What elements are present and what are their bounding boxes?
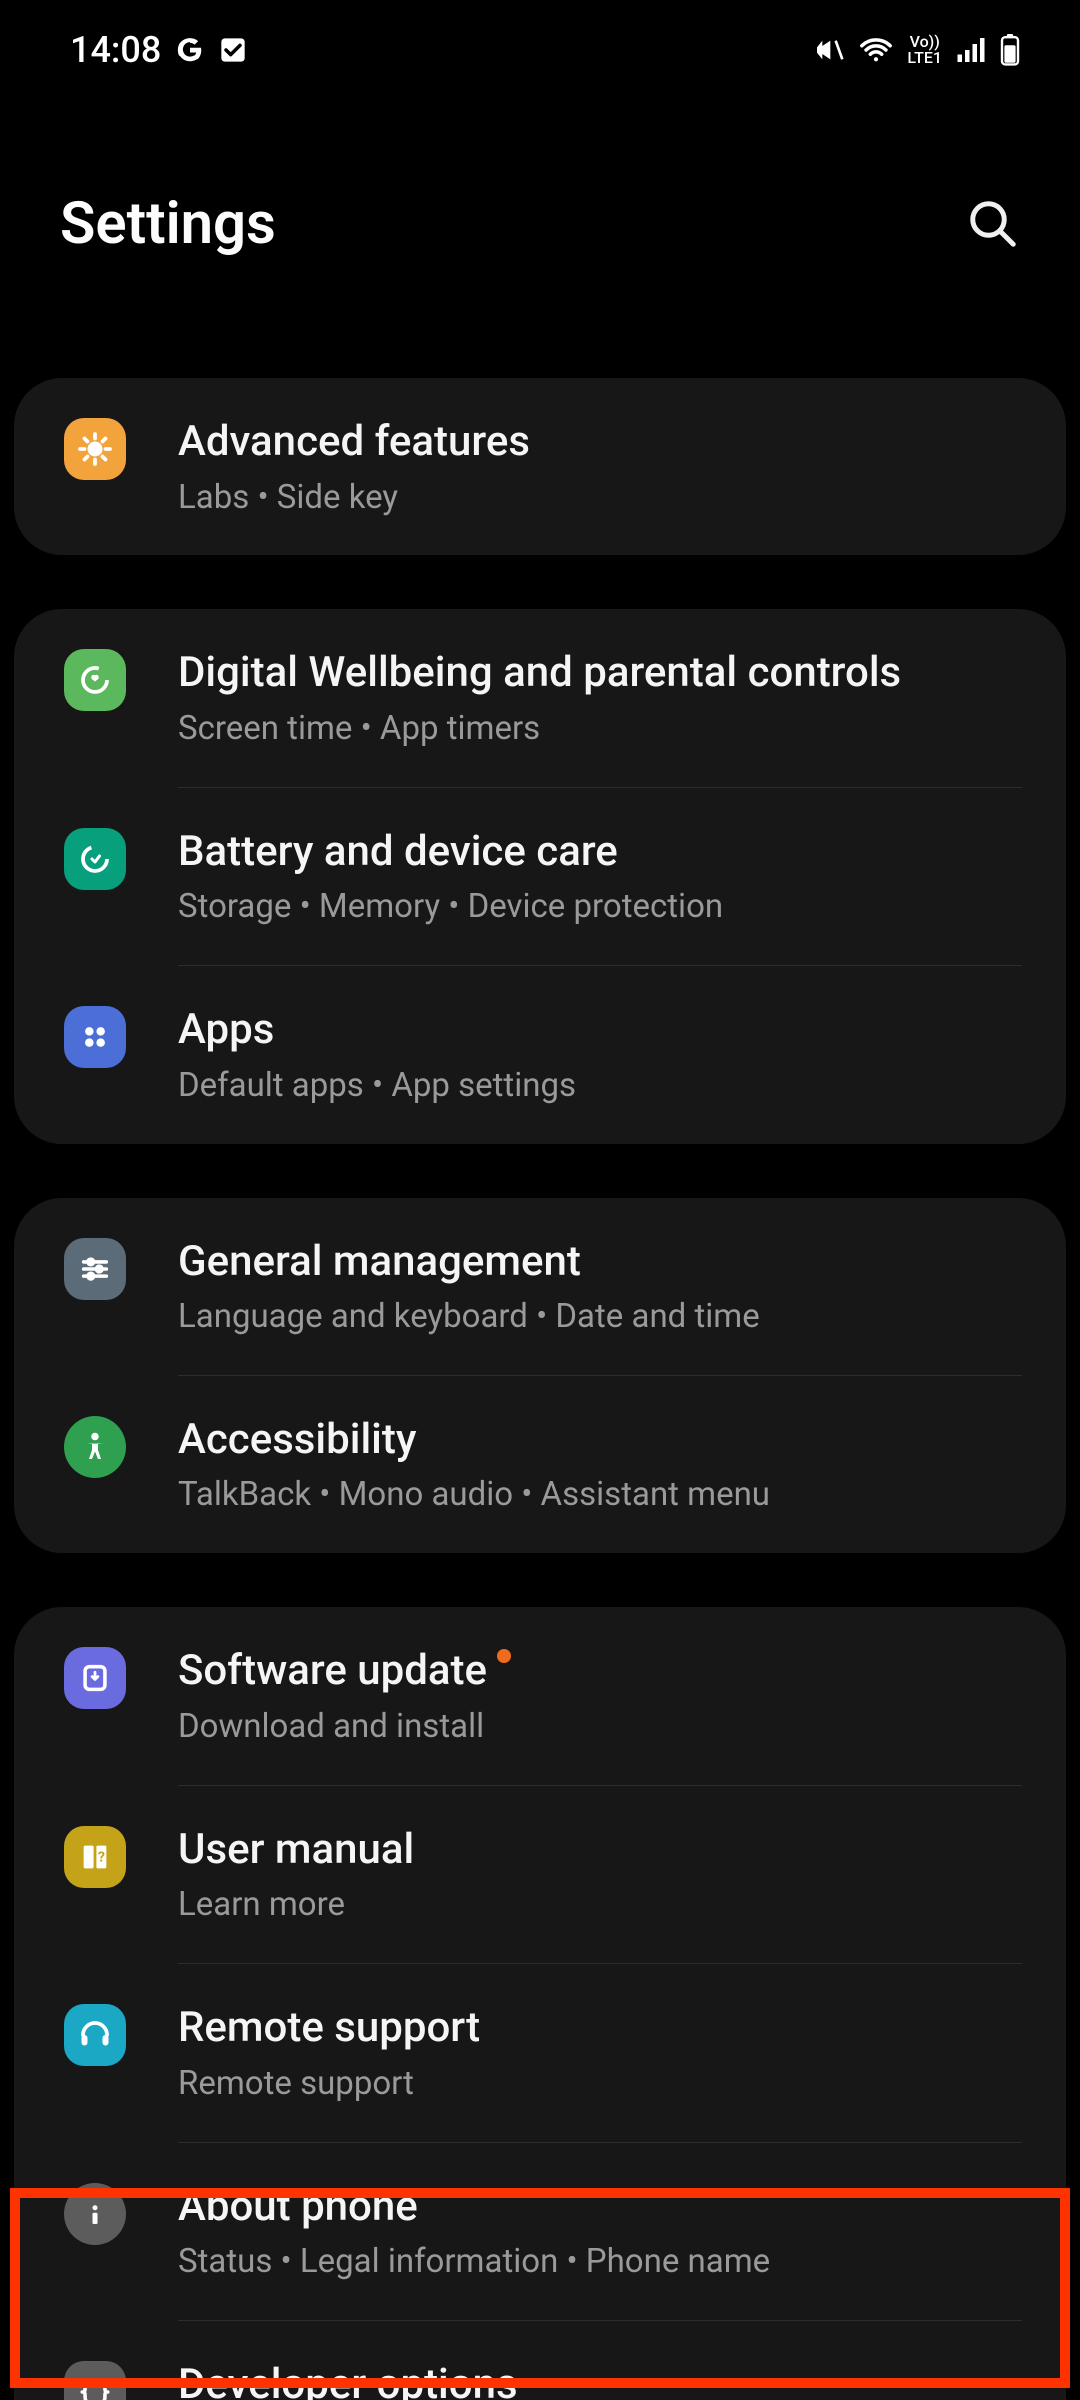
row-title: User manual: [178, 1824, 414, 1877]
apps-icon: [64, 1006, 126, 1068]
page-title: Settings: [60, 190, 276, 258]
general-management-icon: [64, 1238, 126, 1300]
row-battery-device-care[interactable]: Battery and device care Storage • Memory…: [14, 788, 1066, 965]
row-title: Remote support: [178, 2002, 480, 2055]
row-title: About phone: [178, 2181, 418, 2234]
row-sub: Status • Legal information • Phone name: [178, 2241, 1022, 2284]
row-general-management[interactable]: General management Language and keyboard…: [14, 1198, 1066, 1375]
row-sub: Remote support: [178, 2063, 1022, 2106]
user-manual-icon: ?: [64, 1826, 126, 1888]
row-title: General management: [178, 1236, 581, 1289]
accessibility-icon: [64, 1416, 126, 1478]
about-phone-icon: [64, 2183, 126, 2245]
google-icon: [175, 35, 205, 65]
settings-group: Digital Wellbeing and parental controls …: [14, 609, 1066, 1143]
row-title: Battery and device care: [178, 826, 618, 879]
developer-options-icon: [64, 2361, 126, 2400]
row-sub: Storage • Memory • Device protection: [178, 886, 1022, 929]
signal-icon: [956, 36, 986, 64]
row-remote-support[interactable]: Remote support Remote support: [14, 1964, 1066, 2141]
row-advanced-features[interactable]: Advanced features Labs • Side key: [14, 378, 1066, 555]
row-title: Developer options: [178, 2359, 518, 2400]
search-button[interactable]: [966, 197, 1020, 251]
checkbox-icon: [219, 36, 247, 64]
row-sub: TalkBack • Mono audio • Assistant menu: [178, 1474, 1022, 1517]
device-care-icon: [64, 828, 126, 890]
battery-icon: [1000, 34, 1020, 66]
row-user-manual[interactable]: ? User manual Learn more: [14, 1786, 1066, 1963]
remote-support-icon: [64, 2004, 126, 2066]
row-developer-options[interactable]: Developer options Developer options: [14, 2321, 1066, 2400]
settings-group: General management Language and keyboard…: [14, 1198, 1066, 1554]
status-time: 14:08: [70, 29, 161, 71]
volte-icon: Vo))LTE1: [907, 34, 942, 66]
row-about-phone[interactable]: About phone Status • Legal information •…: [14, 2143, 1066, 2320]
row-title: Accessibility: [178, 1414, 416, 1467]
settings-group: Software update Download and install ? U…: [14, 1607, 1066, 2400]
status-right: Vo))LTE1: [813, 34, 1020, 66]
software-update-icon: [64, 1647, 126, 1709]
row-apps[interactable]: Apps Default apps • App settings: [14, 966, 1066, 1143]
row-sub: Labs • Side key: [178, 477, 1022, 520]
status-bar: 14:08 Vo))LTE1: [0, 0, 1080, 100]
row-sub: Download and install: [178, 1706, 1022, 1749]
status-left: 14:08: [70, 29, 247, 71]
row-title: Advanced features: [178, 416, 530, 469]
update-badge-dot: [497, 1649, 511, 1663]
advanced-features-icon: [64, 418, 126, 480]
vibrate-icon: [813, 34, 845, 66]
row-title: Software update: [178, 1645, 487, 1698]
digital-wellbeing-icon: [64, 649, 126, 711]
row-sub: Learn more: [178, 1884, 1022, 1927]
svg-text:?: ?: [98, 1849, 105, 1865]
header: Settings: [0, 100, 1080, 378]
wifi-icon: [859, 35, 893, 65]
row-sub: Default apps • App settings: [178, 1065, 1022, 1108]
row-digital-wellbeing[interactable]: Digital Wellbeing and parental controls …: [14, 609, 1066, 786]
row-title: Digital Wellbeing and parental controls: [178, 647, 901, 700]
row-title: Apps: [178, 1004, 274, 1057]
row-accessibility[interactable]: Accessibility TalkBack • Mono audio • As…: [14, 1376, 1066, 1553]
row-sub: Language and keyboard • Date and time: [178, 1296, 1022, 1339]
settings-group: Advanced features Labs • Side key: [14, 378, 1066, 555]
row-sub: Screen time • App timers: [178, 708, 1022, 751]
row-software-update[interactable]: Software update Download and install: [14, 1607, 1066, 1784]
settings-list: Advanced features Labs • Side key Digita…: [0, 378, 1080, 2400]
